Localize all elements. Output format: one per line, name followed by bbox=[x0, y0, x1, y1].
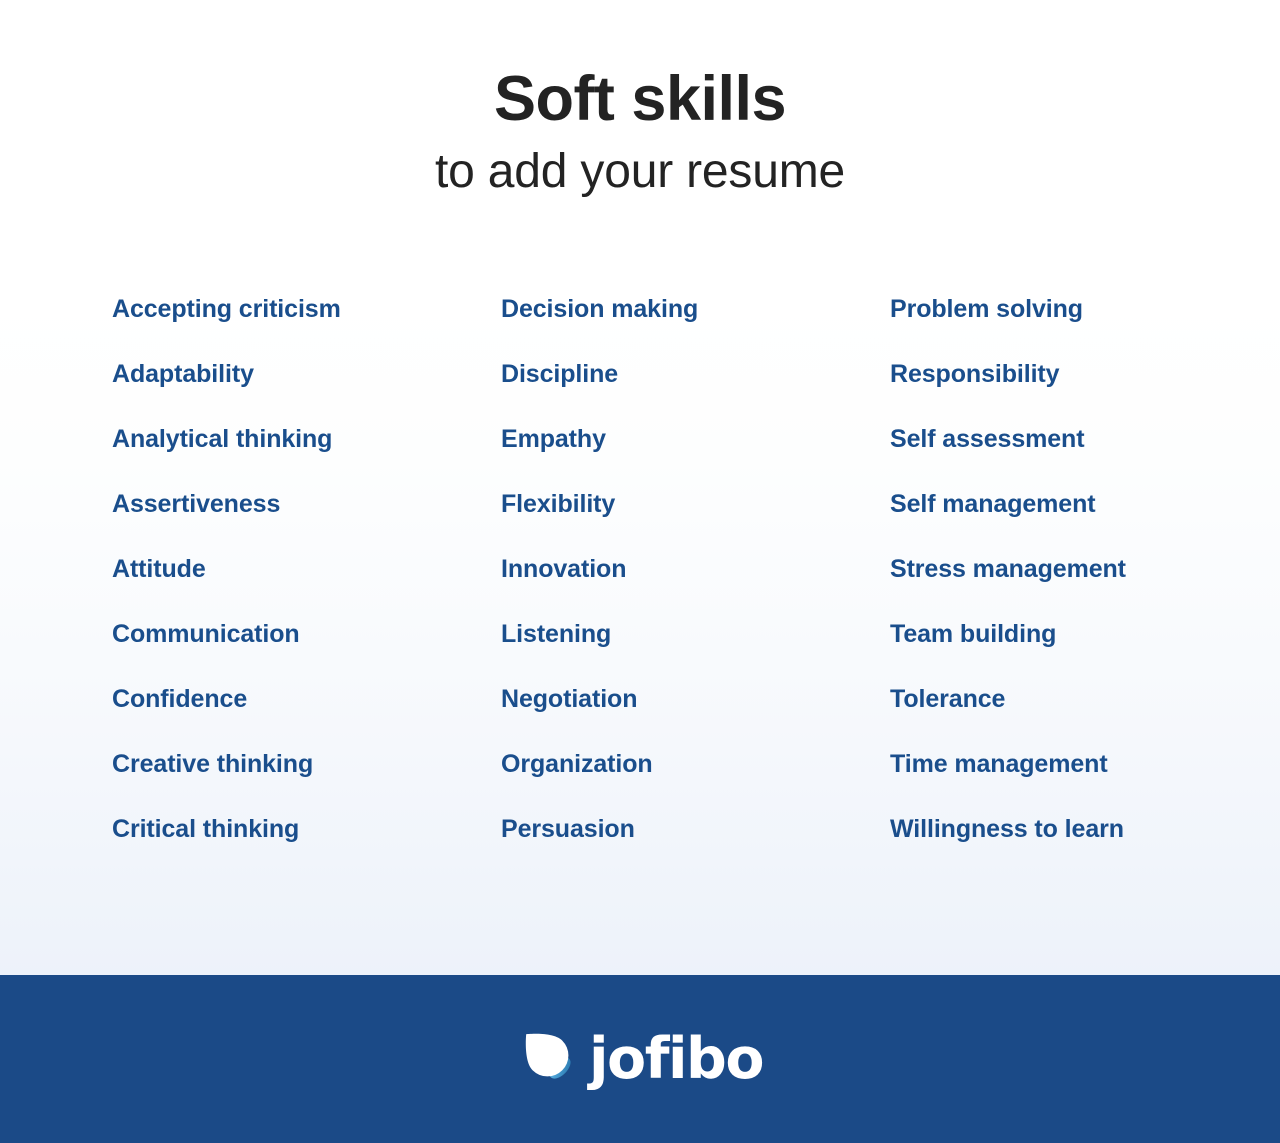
poster-header: Soft skills to add your resume bbox=[0, 0, 1280, 199]
skill-item: Flexibility bbox=[501, 489, 616, 518]
skills-column-1: Accepting criticism Adaptability Analyti… bbox=[112, 277, 501, 862]
skill-item: Negotiation bbox=[501, 684, 638, 713]
infographic-poster: Soft skills to add your resume Accepting… bbox=[0, 0, 1280, 1143]
jofibo-droplet-icon bbox=[517, 1024, 575, 1094]
skill-item: Analytical thinking bbox=[112, 424, 333, 453]
skill-item: Assertiveness bbox=[112, 489, 281, 518]
brand-wordmark: jofibo bbox=[589, 1025, 765, 1092]
skill-item: Willingness to learn bbox=[890, 814, 1124, 843]
skills-region: Accepting criticism Adaptability Analyti… bbox=[0, 199, 1280, 975]
skill-item: Confidence bbox=[112, 684, 248, 713]
skill-item: Critical thinking bbox=[112, 814, 300, 843]
skill-item: Attitude bbox=[112, 554, 206, 583]
skill-item: Time management bbox=[890, 749, 1108, 778]
page-subtitle: to add your resume bbox=[435, 145, 845, 199]
skill-item: Empathy bbox=[501, 424, 606, 453]
brand-logo: jofibo bbox=[517, 1024, 765, 1094]
skills-grid: Accepting criticism Adaptability Analyti… bbox=[112, 277, 1220, 862]
skill-item: Persuasion bbox=[501, 814, 635, 843]
skill-item: Communication bbox=[112, 619, 300, 648]
skill-item: Stress management bbox=[890, 554, 1126, 583]
skills-column-2: Decision making Discipline Empathy Flexi… bbox=[501, 277, 890, 862]
skill-item: Creative thinking bbox=[112, 749, 314, 778]
skill-item: Listening bbox=[501, 619, 612, 648]
skill-item: Responsibility bbox=[890, 359, 1060, 388]
skill-item: Innovation bbox=[501, 554, 627, 583]
page-title: Soft skills bbox=[493, 64, 787, 134]
skills-column-3: Problem solving Responsibility Self asse… bbox=[890, 277, 1279, 862]
skill-item: Decision making bbox=[501, 294, 699, 323]
skill-item: Tolerance bbox=[890, 684, 1006, 713]
skill-item: Accepting criticism bbox=[112, 294, 341, 323]
skill-item: Organization bbox=[501, 749, 653, 778]
footer-bar: jofibo bbox=[0, 975, 1280, 1143]
skill-item: Problem solving bbox=[890, 294, 1083, 323]
skill-item: Self management bbox=[890, 489, 1096, 518]
skill-item: Self assessment bbox=[890, 424, 1085, 453]
skill-item: Adaptability bbox=[112, 359, 254, 388]
skill-item: Team building bbox=[890, 619, 1057, 648]
skill-item: Discipline bbox=[501, 359, 619, 388]
